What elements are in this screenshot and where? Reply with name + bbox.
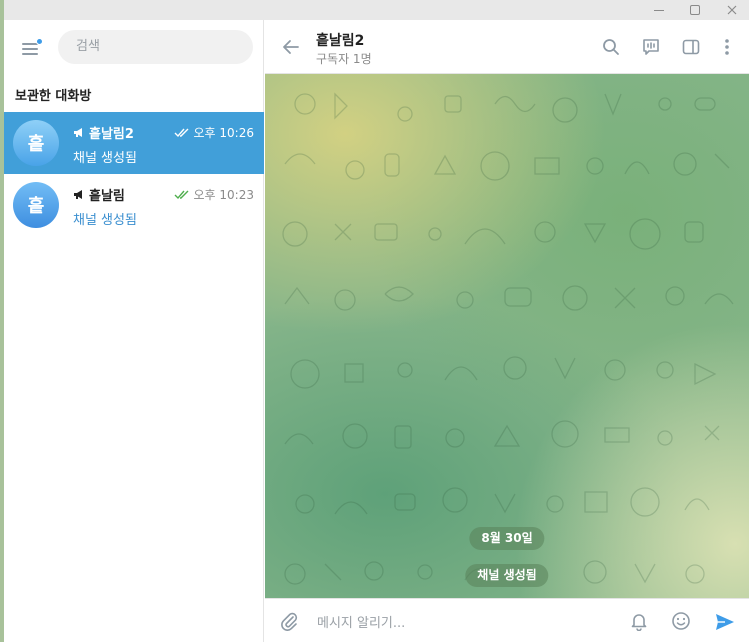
- more-options-icon[interactable]: [717, 37, 737, 57]
- chat-preview: 채널 생성됨: [73, 151, 137, 166]
- search-input[interactable]: 검색: [58, 30, 253, 64]
- megaphone-icon: [74, 128, 82, 137]
- chat-name-text: 흩날림2: [89, 127, 134, 142]
- telegram-window: 검색 보관한 대화방 흩 흩날림2 오후 10:26 채널 생성됨 흩 흩날림 …: [4, 0, 749, 642]
- chat-time-text: 오후 10:23: [193, 188, 254, 202]
- chat-name-text: 흩날림: [89, 189, 125, 204]
- avatar: 흩: [13, 120, 59, 166]
- bell-icon[interactable]: [629, 611, 649, 631]
- date-badge: 8월 30일: [469, 527, 545, 550]
- service-message: 채널 생성됨: [465, 564, 549, 587]
- main-menu-button[interactable]: [20, 37, 43, 59]
- unread-dot: [36, 38, 43, 45]
- minimize-button[interactable]: [644, 0, 674, 20]
- close-icon: [727, 5, 737, 15]
- emoji-icon[interactable]: [671, 611, 691, 631]
- chat-time: 오후 10:23: [174, 186, 254, 203]
- megaphone-icon: [74, 190, 82, 199]
- chat-name: 흩날림: [73, 185, 125, 204]
- minimize-icon: [654, 9, 664, 11]
- double-check-icon: [174, 128, 189, 137]
- close-button[interactable]: [717, 0, 747, 20]
- chat-name: 흩날림2: [73, 123, 134, 142]
- send-icon[interactable]: [714, 611, 736, 633]
- chat-time-text: 오후 10:26: [193, 126, 254, 140]
- chat-title[interactable]: 흩날림2: [316, 30, 364, 50]
- chat-list-item[interactable]: 흩 흩날림 오후 10:23 채널 생성됨: [4, 174, 264, 236]
- hamburger-line: [22, 48, 38, 50]
- back-arrow-icon[interactable]: [281, 37, 301, 57]
- search-icon[interactable]: [601, 37, 621, 57]
- chat-list-panel: 검색 보관한 대화방 흩 흩날림2 오후 10:26 채널 생성됨 흩 흩날림 …: [4, 20, 264, 642]
- archived-chats-title: 보관한 대화방: [15, 89, 92, 104]
- maximize-button[interactable]: [680, 0, 710, 20]
- title-bar: [4, 0, 749, 20]
- double-check-icon: [174, 190, 189, 199]
- attach-icon[interactable]: [279, 611, 299, 631]
- chat-header: 흩날림2 구독자 1명: [265, 20, 749, 74]
- live-stream-icon[interactable]: [641, 37, 661, 57]
- message-area: 8월 30일 채널 생성됨: [265, 74, 749, 598]
- subscriber-count: 구독자 1명: [316, 52, 372, 66]
- wallpaper-pattern: [282, 92, 734, 585]
- side-panel-icon[interactable]: [681, 37, 701, 57]
- chat-time: 오후 10:26: [174, 124, 254, 141]
- composer: 메시지 알리기...: [265, 598, 749, 642]
- message-input[interactable]: 메시지 알리기...: [317, 612, 405, 631]
- maximize-icon: [690, 5, 700, 15]
- avatar: 흩: [13, 182, 59, 228]
- hamburger-line: [22, 53, 38, 55]
- chat-list-item[interactable]: 흩 흩날림2 오후 10:26 채널 생성됨: [4, 112, 264, 174]
- chat-preview: 채널 생성됨: [73, 213, 137, 228]
